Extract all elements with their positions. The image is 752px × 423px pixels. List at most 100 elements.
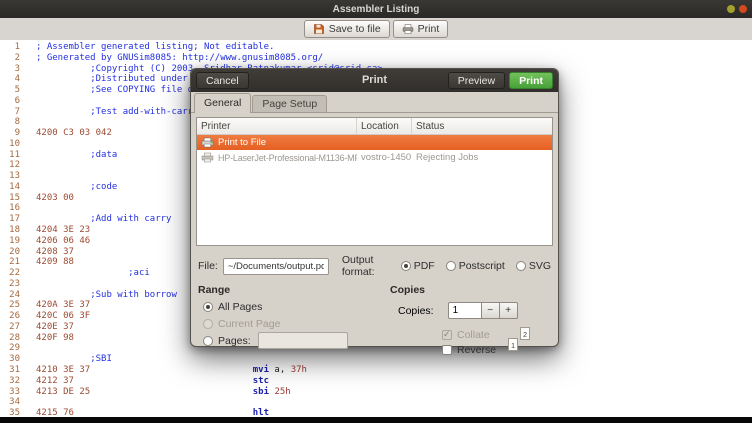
copies-section: Copies Copies: − + Collat [378, 284, 551, 356]
pages-input[interactable] [257, 332, 348, 349]
line-number: 33 [9, 386, 20, 397]
column-header-printer[interactable]: Printer [197, 118, 357, 134]
code-line: 34 [8, 397, 752, 408]
desktop: Assembler Listing Save to file Print 1 ;… [0, 0, 752, 423]
line-number: 32 [9, 375, 20, 386]
radio-all-pages[interactable]: All Pages [203, 300, 378, 313]
line-number: 2 [14, 52, 20, 63]
line-number: 27 [9, 321, 20, 332]
code-text: ;code [90, 181, 118, 192]
radio-pages[interactable]: Pages: [203, 332, 378, 349]
radio-current-page[interactable]: Current Page [203, 317, 378, 330]
window-title: Assembler Listing [332, 3, 420, 15]
printer-list-header: Printer Location Status [197, 118, 552, 135]
printer-status: Rejecting Jobs [416, 152, 479, 163]
column-header-location[interactable]: Location [357, 118, 412, 134]
cancel-button[interactable]: Cancel [196, 72, 249, 89]
code-line: 31 4210 3E 37 mvi a, 37h [8, 365, 752, 376]
radio-icon [203, 318, 213, 329]
titlebar-close-icon[interactable] [739, 5, 747, 13]
save-to-file-button[interactable]: Save to file [303, 20, 390, 38]
printer-name: HP-LaserJet-Professional-M1136-MFP [218, 152, 357, 163]
print-button[interactable]: Print [392, 20, 449, 38]
line-number: 35 [9, 408, 20, 417]
printer-name: Print to File [218, 137, 267, 148]
file-row: File: Output format: PDF Postscript SVG [198, 254, 551, 278]
code-line: 33 4213 DE 25 sbi 25h [8, 387, 752, 398]
file-label: File: [198, 260, 218, 272]
line-number: 9 [14, 128, 20, 139]
line-number: 25 [9, 300, 20, 311]
print-dialog: Cancel Print Preview Print General Page … [190, 68, 559, 356]
code-text: ; Assembler generated listing; Not edita… [36, 42, 275, 52]
desktop-edge [0, 417, 752, 423]
code-text: ;SBI [90, 354, 112, 365]
code-text: 4210 3E 37 mvi a, 37h [36, 364, 307, 375]
radio-format-pdf[interactable]: PDF [400, 260, 435, 272]
range-section: Range All Pages Current Page Pages: [198, 284, 378, 356]
copies-section-title: Copies [390, 284, 426, 296]
copies-input[interactable] [447, 302, 482, 319]
line-number: 8 [14, 117, 20, 128]
toolbar: Save to file Print [0, 18, 752, 40]
dialog-tabs: General Page Setup [191, 92, 558, 113]
radio-icon [400, 261, 411, 271]
code-line: 32 4212 37 stc [8, 376, 752, 387]
copies-line: Copies: − + [398, 302, 551, 319]
line-number: 15 [9, 192, 20, 203]
code-line: 35 4215 76 hlt [8, 408, 752, 417]
line-number: 28 [9, 332, 20, 343]
titlebar-indicator-icon[interactable] [727, 5, 735, 13]
line-number: 17 [9, 214, 20, 225]
collate-checkbox[interactable]: Collate [442, 328, 496, 341]
line-number: 4 [14, 74, 20, 85]
tab-page-setup[interactable]: Page Setup [252, 95, 328, 112]
line-number: 26 [9, 311, 20, 322]
radio-icon [203, 301, 213, 312]
printer-row-hp-laserjet[interactable]: HP-LaserJet-Professional-M1136-MFP vostr… [197, 150, 552, 165]
line-number: 18 [9, 225, 20, 236]
reverse-checkbox[interactable]: Reverse [442, 343, 496, 356]
line-number: 23 [9, 278, 20, 289]
tab-general[interactable]: General [194, 93, 252, 113]
code-text: 4215 76 hlt [36, 408, 270, 417]
printer-row-print-to-file[interactable]: Print to File [197, 135, 552, 150]
file-path-input[interactable] [222, 257, 329, 275]
code-text: 4213 DE 25 sbi 25h [36, 386, 291, 397]
print-button-label: Print [417, 23, 440, 35]
copies-spinbutton: − + [447, 302, 518, 319]
checkbox-icon [442, 344, 452, 355]
window-titlebar[interactable]: Assembler Listing [0, 0, 752, 18]
radio-icon [515, 261, 526, 271]
copies-decrement-button[interactable]: − [481, 302, 500, 319]
line-number: 19 [9, 235, 20, 246]
output-format-label: Output format: [341, 254, 375, 278]
printer-icon [402, 23, 414, 35]
line-number: 12 [9, 160, 20, 171]
save-icon [313, 23, 325, 35]
radio-icon [445, 261, 456, 271]
radio-format-postscript[interactable]: Postscript [445, 260, 505, 272]
print-confirm-button[interactable]: Print [509, 72, 553, 89]
preview-button[interactable]: Preview [447, 72, 506, 89]
radio-icon [203, 335, 213, 346]
line-number: 6 [14, 95, 20, 106]
printer-location: vostro-1450 [361, 152, 412, 163]
line-number: 29 [9, 343, 20, 354]
code-line: 2 ; Generated by GNUSim8085: http://www.g… [8, 53, 752, 64]
line-number: 31 [9, 364, 20, 375]
checkbox-icon [442, 329, 452, 340]
copies-increment-button[interactable]: + [499, 302, 518, 319]
line-number: 34 [9, 397, 20, 408]
print-dialog-header[interactable]: Cancel Print Preview Print [191, 69, 558, 92]
dialog-body: Printer Location Status Print to File HP… [191, 113, 558, 356]
line-number: 3 [14, 63, 20, 74]
line-number: 22 [9, 268, 20, 279]
line-number: 16 [9, 203, 20, 214]
column-header-status[interactable]: Status [412, 118, 552, 134]
line-number: 21 [9, 257, 20, 268]
code-text: ;Sub with borrow [90, 289, 177, 300]
code-text: ;Add with carry [90, 214, 172, 225]
line-number: 1 [14, 42, 20, 52]
radio-format-svg[interactable]: SVG [515, 260, 551, 272]
